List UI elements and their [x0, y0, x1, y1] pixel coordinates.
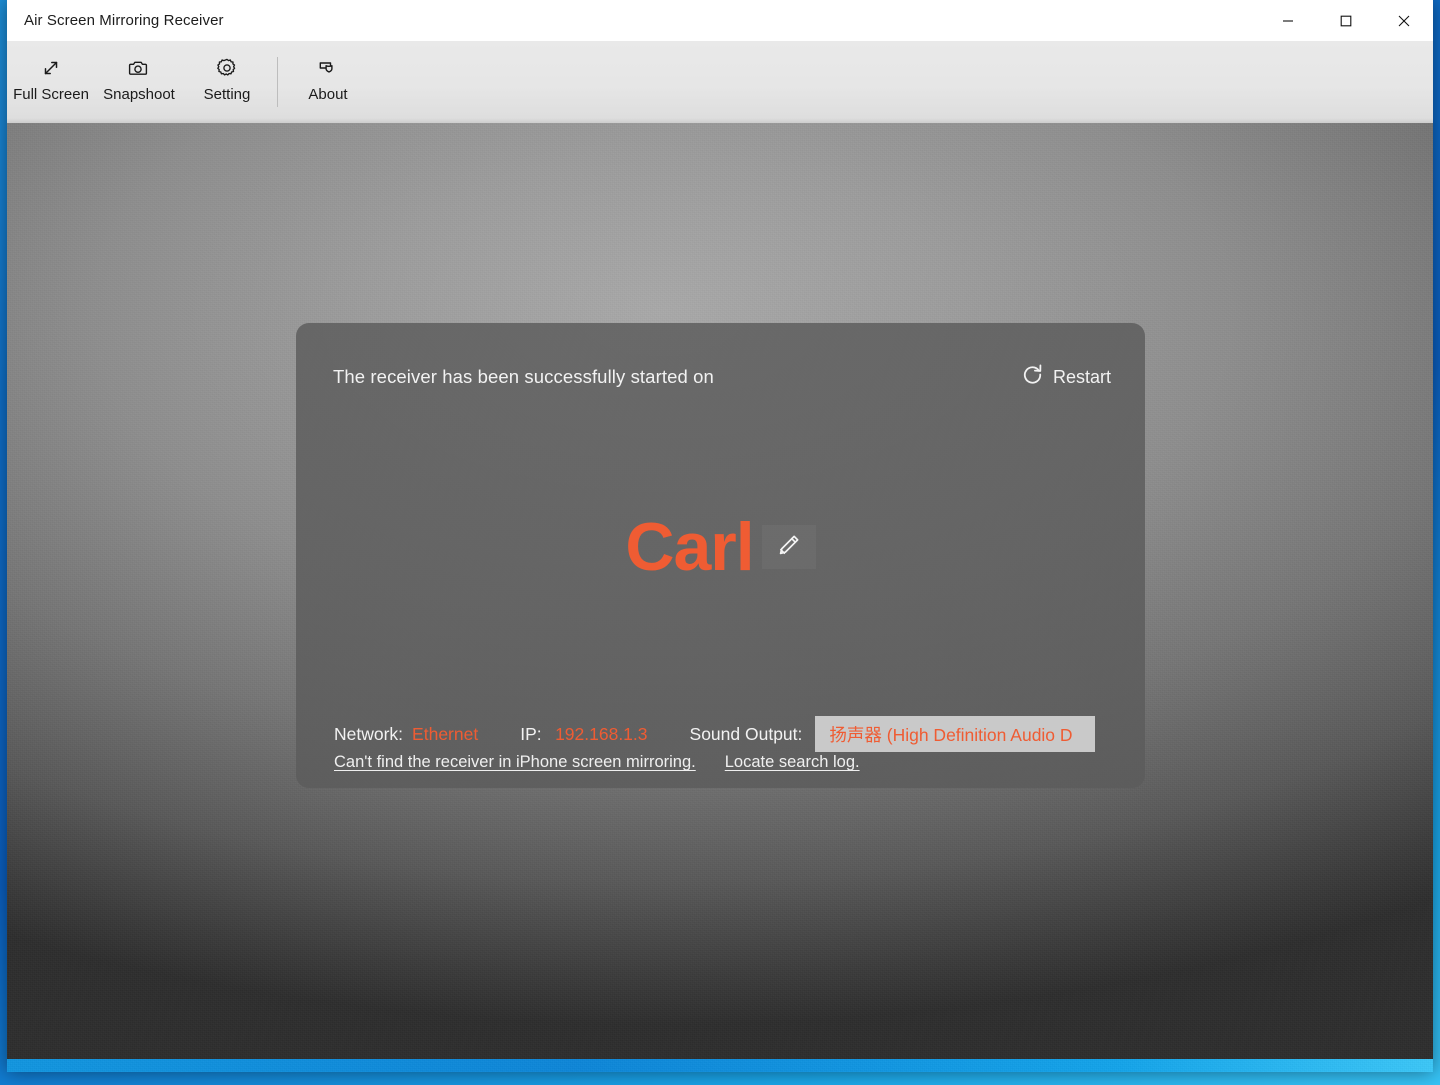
- status-card: The receiver has been successfully start…: [296, 323, 1145, 788]
- minimize-icon: [1283, 19, 1293, 22]
- fullscreen-button[interactable]: Full Screen: [7, 47, 95, 111]
- receiver-status-text: The receiver has been successfully start…: [333, 366, 714, 387]
- card-header: The receiver has been successfully start…: [333, 362, 1111, 392]
- about-button[interactable]: About: [284, 47, 372, 111]
- sound-output-select[interactable]: 扬声器 (High Definition Audio D: [815, 716, 1096, 752]
- fullscreen-icon: [39, 53, 63, 83]
- edit-name-button[interactable]: [761, 525, 816, 569]
- about-label: About: [308, 86, 348, 103]
- restart-label: Restart: [1052, 366, 1111, 387]
- desktop-background: Air Screen Mirroring Receiver Full Scree…: [0, 0, 1440, 1085]
- window-bottom-strip: [7, 1059, 1433, 1072]
- info-row: Network: Ethernet IP: 192.168.1.3 Sound …: [334, 716, 1115, 752]
- snapshoot-button[interactable]: Snapshoot: [95, 47, 183, 111]
- window-controls: [1259, 0, 1433, 41]
- locate-search-log-link[interactable]: Locate search log.: [725, 753, 860, 772]
- toolbar: Full Screen Snapshoot Setting About: [7, 41, 1433, 123]
- application-window: Air Screen Mirroring Receiver Full Scree…: [7, 0, 1433, 1072]
- setting-button[interactable]: Setting: [183, 47, 271, 111]
- sound-output-group: Sound Output: 扬声器 (High Definition Audio…: [690, 716, 1096, 752]
- ip-value: 192.168.1.3: [555, 723, 648, 744]
- about-shield-icon: [316, 53, 340, 83]
- device-name-row: Carl: [296, 513, 1145, 581]
- mirroring-stage: The receiver has been successfully start…: [7, 123, 1433, 1072]
- gear-icon: [215, 53, 239, 83]
- window-title: Air Screen Mirroring Receiver: [24, 12, 224, 29]
- pencil-icon: [775, 531, 803, 564]
- network-value: Ethernet: [412, 723, 479, 744]
- camera-icon: [127, 53, 151, 83]
- help-link[interactable]: Can't find the receiver in iPhone screen…: [334, 753, 696, 772]
- maximize-icon: [1340, 15, 1352, 26]
- ip-label: IP:: [520, 723, 542, 744]
- close-button[interactable]: [1375, 0, 1433, 41]
- toolbar-separator: [277, 57, 278, 107]
- close-icon: [1398, 15, 1410, 26]
- ip-group: IP: 192.168.1.3: [520, 724, 647, 745]
- network-label: Network:: [334, 723, 404, 744]
- sound-output-label: Sound Output:: [689, 723, 803, 744]
- links-row: Can't find the receiver in iPhone screen…: [334, 753, 860, 772]
- title-bar[interactable]: Air Screen Mirroring Receiver: [7, 0, 1433, 41]
- fullscreen-label: Full Screen: [13, 86, 89, 103]
- refresh-circle-icon: [1020, 362, 1045, 392]
- restart-button[interactable]: Restart: [1020, 362, 1111, 392]
- snapshoot-label: Snapshoot: [103, 86, 175, 103]
- maximize-button[interactable]: [1317, 0, 1375, 41]
- sound-output-value: 扬声器 (High Definition Audio D: [829, 724, 1073, 745]
- device-name: Carl: [625, 509, 754, 585]
- setting-label: Setting: [203, 86, 251, 103]
- minimize-button[interactable]: [1259, 0, 1317, 41]
